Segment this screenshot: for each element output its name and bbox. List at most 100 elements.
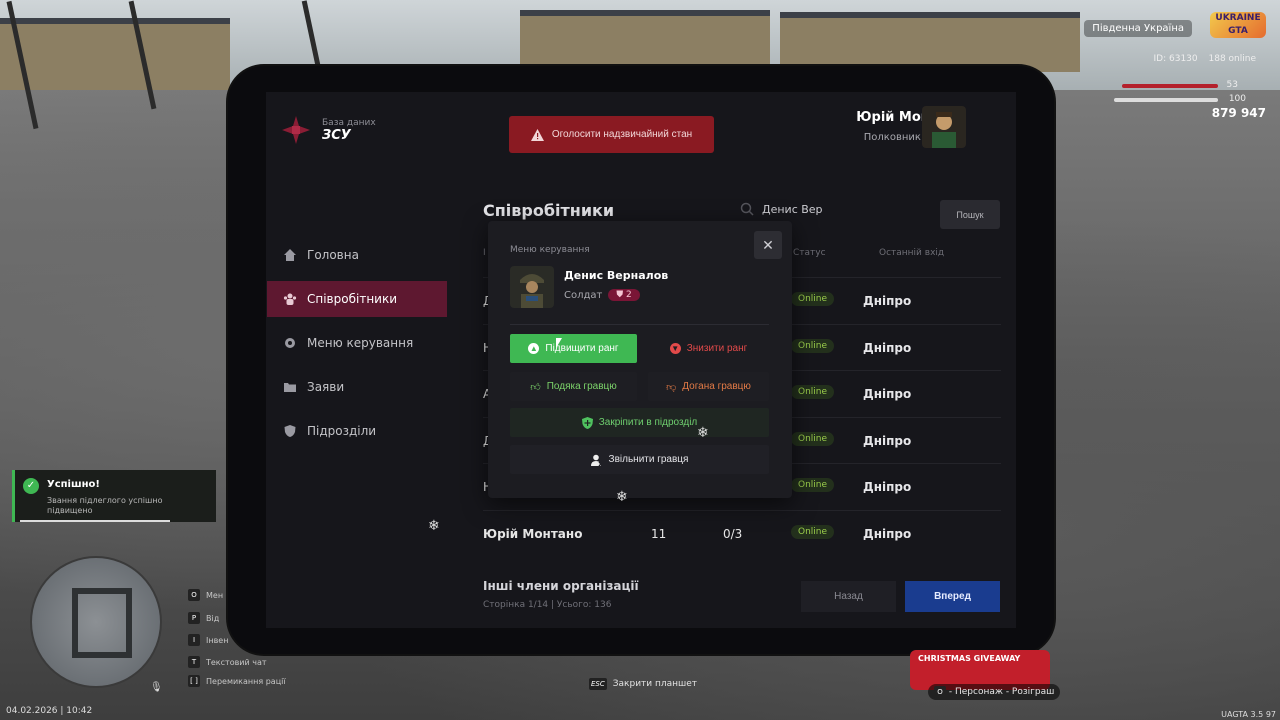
- key-badge: P: [188, 612, 200, 624]
- brand-title: ЗСУ: [322, 127, 351, 143]
- health-value: 53: [1226, 80, 1238, 90]
- thanks-label: Подяка гравцю: [546, 381, 617, 392]
- employee-rank: 11: [651, 527, 667, 541]
- others-title: Інші члени організації: [483, 579, 639, 593]
- thumbs-up-icon: 👍︎: [530, 381, 541, 393]
- employee-name: Юрій Монтано: [483, 527, 583, 541]
- sidebar-item-units[interactable]: Підрозділи: [267, 413, 486, 449]
- id-text: ID: 63130: [1153, 54, 1198, 64]
- employee-name: Денис Верналов: [564, 269, 669, 282]
- key-badge: [ ]: [188, 675, 200, 687]
- status-badge: Online: [791, 292, 835, 306]
- employee-rank: Солдат ⛊ 2: [564, 289, 640, 301]
- modal-title: Меню керування: [510, 245, 590, 255]
- assign-unit-button[interactable]: Закріпити в підрозділ: [510, 408, 769, 437]
- logo-text: UKRAINE GTA: [1215, 13, 1261, 36]
- fps-text: 97: [1265, 710, 1276, 719]
- sidebar-item-applications[interactable]: Заяви: [267, 369, 486, 405]
- version: UAGTA 3.5 97: [1221, 710, 1276, 719]
- hint-chat: T Текстовий чат: [188, 655, 267, 669]
- building: [0, 18, 230, 98]
- map-road: [72, 588, 132, 594]
- sidebar-item-label: Заяви: [307, 380, 345, 394]
- map-road: [72, 588, 78, 658]
- esc-hint: ESC Закрити планшет: [589, 678, 697, 690]
- demote-button[interactable]: ▼ Знизити ранг: [648, 334, 769, 363]
- folder-icon: [284, 383, 296, 392]
- search-icon: [740, 202, 754, 216]
- key-badge: ESC: [589, 678, 607, 690]
- hint-label: Від: [206, 613, 220, 623]
- reprimand-label: Догана гравцю: [682, 381, 751, 392]
- arrow-up-circle-icon: ▲: [528, 343, 540, 354]
- last-login-city: Дніпро: [863, 341, 912, 355]
- hint-radio: [ ] Перемикання рації: [188, 674, 286, 688]
- column-last-login: Останній вхід: [879, 248, 945, 258]
- column-name: І: [483, 248, 486, 258]
- success-toast: ✓ Успішно! Звання підлеглого успішно під…: [12, 470, 216, 522]
- last-login-city: Дніпро: [863, 294, 912, 308]
- promote-button[interactable]: ▲ Підвищити ранг: [510, 334, 637, 363]
- last-login-city: Дніпро: [863, 480, 912, 494]
- user-remove-icon: [590, 454, 603, 466]
- hint-item: P Від: [188, 611, 219, 625]
- promo-hint: O - Персонаж - Розіграш: [928, 684, 1061, 700]
- reprimand-button[interactable]: 👎︎ Догана гравцю: [648, 372, 769, 401]
- divider: [510, 324, 769, 325]
- snowflake-icon: ❄: [697, 425, 709, 441]
- next-button[interactable]: Вперед: [905, 581, 1000, 612]
- mouse-cursor: [556, 338, 562, 348]
- user-rank-title: Полковник: [863, 131, 921, 143]
- assign-label: Закріпити в підрозділ: [598, 417, 698, 428]
- shield-icon: [284, 425, 296, 437]
- key-badge: O: [188, 589, 200, 601]
- avatar: [922, 106, 966, 148]
- zsu-emblem-icon: [282, 116, 310, 144]
- thanks-button[interactable]: 👍︎ Подяка гравцю: [510, 372, 637, 401]
- sidebar-item-label: Головна: [307, 248, 359, 262]
- snowflake-icon: ❄: [428, 518, 440, 534]
- dismiss-button[interactable]: Звільнити гравця: [510, 445, 769, 474]
- sidebar-item-control-menu[interactable]: Меню керування: [267, 325, 486, 361]
- status-badge: Online: [791, 478, 835, 492]
- search-button[interactable]: Пошук: [940, 200, 1000, 229]
- rank-level: 2: [625, 290, 632, 300]
- thumbs-down-icon: 👎︎: [666, 381, 677, 393]
- users-icon: [283, 293, 297, 305]
- shield-plus-icon: [581, 416, 593, 429]
- sidebar-nav: Головна Співробітники Меню керування Зая…: [266, 237, 486, 457]
- emergency-button[interactable]: Оголосити надзвичайний стан: [509, 116, 714, 153]
- search-input[interactable]: Денис Вер: [762, 203, 823, 216]
- online-count: 188 online: [1208, 54, 1257, 64]
- avatar-image: [520, 274, 544, 308]
- employee-warnings: 0/3: [723, 527, 743, 541]
- esc-hint-label: Закрити планшет: [612, 679, 698, 689]
- sidebar-item-employees[interactable]: Співробітники: [267, 281, 447, 317]
- last-login-city: Дніпро: [863, 527, 912, 541]
- toast-message: Звання підлеглого успішно підвищено: [47, 496, 163, 515]
- gear-icon: [285, 338, 295, 348]
- back-button[interactable]: Назад: [801, 581, 896, 612]
- hint-label: Текстовий чат: [206, 657, 267, 667]
- table-row[interactable]: Юрій Монтано 11 0/3 Online Дніпро: [483, 510, 1001, 556]
- sidebar-item-label: Меню керування: [307, 336, 414, 350]
- game-logo: UKRAINE GTA: [1210, 12, 1266, 38]
- control-menu-modal: Меню керування ✕ Денис Верналов Солдат ⛊…: [488, 221, 792, 498]
- hint-inventory: I Інвен: [188, 633, 228, 647]
- microphone-icon: 🎙︎: [150, 682, 163, 693]
- last-login-city: Дніпро: [863, 434, 912, 448]
- close-button[interactable]: ✕: [754, 231, 782, 259]
- toast-progress: [20, 520, 170, 522]
- minimap: [30, 556, 162, 688]
- sidebar-item-home[interactable]: Головна: [267, 237, 486, 273]
- snowflake-icon: ❄: [616, 489, 628, 505]
- employee-rank-title: Солдат: [564, 289, 603, 301]
- arrow-down-circle-icon: ▼: [669, 343, 681, 354]
- hint-label: Інвен: [206, 635, 229, 645]
- column-status: Статус: [793, 248, 826, 258]
- status-badge: Online: [791, 385, 835, 399]
- search[interactable]: Денис Вер: [740, 202, 823, 216]
- key-badge: O: [934, 686, 946, 698]
- health-bar: [1122, 84, 1218, 88]
- building: [780, 12, 1080, 72]
